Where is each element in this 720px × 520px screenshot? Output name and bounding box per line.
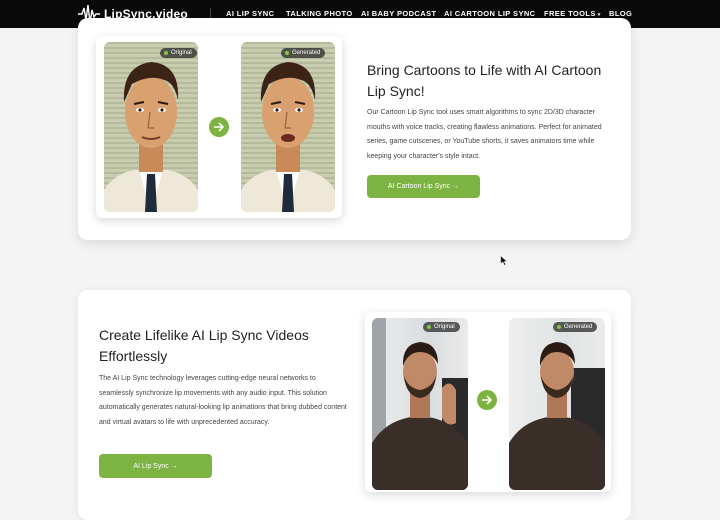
nav-blog[interactable]: BLOG xyxy=(609,9,632,18)
cartoon-original-image xyxy=(104,42,198,212)
nav-talking-photo[interactable]: TALKING PHOTO xyxy=(286,9,353,18)
generated-badge-label: Generated xyxy=(292,50,321,56)
original-badge-label: Original xyxy=(434,324,455,330)
man-generated-photo xyxy=(509,342,605,490)
nav-free-tools-label: FREE TOOLS xyxy=(544,9,596,18)
video-generated-image xyxy=(509,318,605,490)
original-badge-label: Original xyxy=(171,50,192,56)
original-badge: Original xyxy=(160,48,197,58)
nav-ai-baby-podcast[interactable]: AI BABY PODCAST xyxy=(361,9,436,18)
cartoon-man-illustration xyxy=(104,62,198,212)
ai-lip-sync-button[interactable]: AI Lip Sync → xyxy=(99,454,212,478)
nav-free-tools[interactable]: FREE TOOLS ▾ xyxy=(544,9,601,18)
original-badge: Original xyxy=(423,322,460,332)
mouse-cursor-icon xyxy=(500,255,508,266)
ai-lip-sync-card: Create Lifelike AI Lip Sync Videos Effor… xyxy=(78,290,631,520)
section-title: Bring Cartoons to Life with AI Cartoon L… xyxy=(367,62,602,99)
generated-badge: Generated xyxy=(281,48,326,58)
man-original-photo xyxy=(372,318,468,490)
cartoon-man-generated-illustration xyxy=(241,62,335,212)
nav-ai-cartoon-lip-sync[interactable]: AI CARTOON LIP SYNC xyxy=(444,9,536,18)
cartoon-compare-frame: Original Generated xyxy=(96,36,342,218)
video-original-image xyxy=(372,318,468,490)
arrow-right-icon xyxy=(209,117,229,137)
video-compare-frame: Original Generated xyxy=(365,312,611,492)
arrow-right-icon xyxy=(477,390,497,410)
section-description: The AI Lip Sync technology leverages cut… xyxy=(99,375,347,426)
cartoon-lip-sync-card: Original Generated Bring Cartoons to Lif… xyxy=(78,18,631,240)
cartoon-generated-image xyxy=(241,42,335,212)
ai-cartoon-lip-sync-button[interactable]: AI Cartoon Lip Sync → xyxy=(367,175,480,198)
section-description: Our Cartoon Lip Sync tool uses smart alg… xyxy=(367,109,602,160)
generated-badge-label: Generated xyxy=(564,324,593,330)
generated-badge: Generated xyxy=(553,322,598,332)
section-title: Create Lifelike AI Lip Sync Videos Effor… xyxy=(99,327,309,364)
nav-ai-lip-sync[interactable]: AI LIP SYNC xyxy=(226,9,275,23)
